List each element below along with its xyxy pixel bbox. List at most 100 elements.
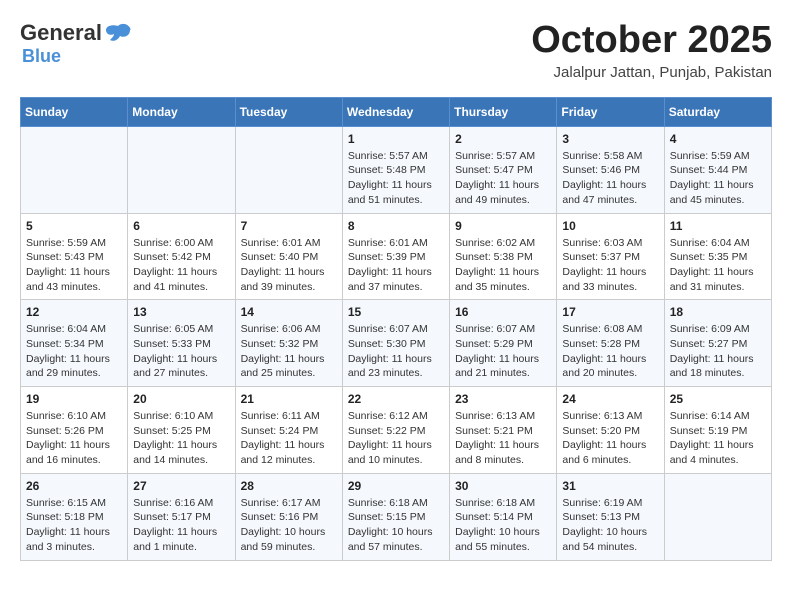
title-section: October 2025 Jalalpur Jattan, Punjab, Pa… xyxy=(531,20,772,81)
day-number: 4 xyxy=(670,132,766,146)
day-number: 13 xyxy=(133,305,229,319)
calendar-cell: 9 Sunrise: 6:02 AMSunset: 5:38 PMDaylight… xyxy=(450,213,557,300)
day-info: Sunrise: 6:02 AMSunset: 5:38 PMDaylight:… xyxy=(455,236,551,295)
day-number: 30 xyxy=(455,479,551,493)
day-info: Sunrise: 6:07 AMSunset: 5:29 PMDaylight:… xyxy=(455,322,551,381)
day-info: Sunrise: 6:07 AMSunset: 5:30 PMDaylight:… xyxy=(348,322,444,381)
day-info: Sunrise: 5:58 AMSunset: 5:46 PMDaylight:… xyxy=(562,149,658,208)
calendar-cell xyxy=(128,126,235,213)
day-info: Sunrise: 6:12 AMSunset: 5:22 PMDaylight:… xyxy=(348,409,444,468)
page-header: General Blue October 2025 Jalalpur Jatta… xyxy=(20,20,772,81)
day-info: Sunrise: 6:13 AMSunset: 5:20 PMDaylight:… xyxy=(562,409,658,468)
day-info: Sunrise: 6:04 AMSunset: 5:35 PMDaylight:… xyxy=(670,236,766,295)
day-info: Sunrise: 6:10 AMSunset: 5:25 PMDaylight:… xyxy=(133,409,229,468)
day-number: 16 xyxy=(455,305,551,319)
calendar-cell: 17 Sunrise: 6:08 AMSunset: 5:28 PMDayligh… xyxy=(557,300,664,387)
day-number: 15 xyxy=(348,305,444,319)
calendar-cell: 27Sunrise: 6:16 AMSunset: 5:17 PMDayligh… xyxy=(128,473,235,560)
day-number: 8 xyxy=(348,219,444,233)
day-number: 26 xyxy=(26,479,122,493)
day-number: 22 xyxy=(348,392,444,406)
weekday-header: Wednesday xyxy=(342,97,449,126)
calendar-cell: 14 Sunrise: 6:06 AMSunset: 5:32 PMDayligh… xyxy=(235,300,342,387)
day-info: Sunrise: 6:06 AMSunset: 5:32 PMDaylight:… xyxy=(241,322,337,381)
logo-blue-text: Blue xyxy=(22,46,61,67)
calendar-cell: 21 Sunrise: 6:11 AMSunset: 5:24 PMDayligh… xyxy=(235,387,342,474)
calendar-cell xyxy=(235,126,342,213)
day-number: 18 xyxy=(670,305,766,319)
day-info: Sunrise: 6:14 AMSunset: 5:19 PMDaylight:… xyxy=(670,409,766,468)
month-title: October 2025 xyxy=(531,20,772,62)
calendar-cell: 28 Sunrise: 6:17 AMSunset: 5:16 PMDayligh… xyxy=(235,473,342,560)
calendar-cell: 10 Sunrise: 6:03 AMSunset: 5:37 PMDayligh… xyxy=(557,213,664,300)
day-info: Sunrise: 6:15 AMSunset: 5:18 PMDaylight:… xyxy=(26,496,122,555)
calendar-cell: 15 Sunrise: 6:07 AMSunset: 5:30 PMDayligh… xyxy=(342,300,449,387)
day-number: 9 xyxy=(455,219,551,233)
day-number: 29 xyxy=(348,479,444,493)
calendar-cell: 11 Sunrise: 6:04 AMSunset: 5:35 PMDayligh… xyxy=(664,213,771,300)
day-number: 17 xyxy=(562,305,658,319)
day-number: 25 xyxy=(670,392,766,406)
calendar-cell: 25 Sunrise: 6:14 AMSunset: 5:19 PMDayligh… xyxy=(664,387,771,474)
logo-bird-icon xyxy=(104,22,132,44)
calendar-table: SundayMondayTuesdayWednesdayThursdayFrid… xyxy=(20,97,772,561)
calendar-cell: 23 Sunrise: 6:13 AMSunset: 5:21 PMDayligh… xyxy=(450,387,557,474)
weekday-header: Tuesday xyxy=(235,97,342,126)
day-number: 7 xyxy=(241,219,337,233)
calendar-cell: 31Sunrise: 6:19 AMSunset: 5:13 PMDayligh… xyxy=(557,473,664,560)
day-number: 27 xyxy=(133,479,229,493)
weekday-header: Friday xyxy=(557,97,664,126)
day-info: Sunrise: 6:03 AMSunset: 5:37 PMDaylight:… xyxy=(562,236,658,295)
day-number: 23 xyxy=(455,392,551,406)
day-info: Sunrise: 6:17 AMSunset: 5:16 PMDaylight:… xyxy=(241,496,337,555)
day-info: Sunrise: 6:13 AMSunset: 5:21 PMDaylight:… xyxy=(455,409,551,468)
location-subtitle: Jalalpur Jattan, Punjab, Pakistan xyxy=(531,64,772,81)
calendar-cell: 13Sunrise: 6:05 AMSunset: 5:33 PMDayligh… xyxy=(128,300,235,387)
calendar-week-row: 12Sunrise: 6:04 AMSunset: 5:34 PMDayligh… xyxy=(21,300,772,387)
day-number: 2 xyxy=(455,132,551,146)
day-info: Sunrise: 6:00 AMSunset: 5:42 PMDaylight:… xyxy=(133,236,229,295)
weekday-header: Monday xyxy=(128,97,235,126)
day-number: 19 xyxy=(26,392,122,406)
day-info: Sunrise: 6:01 AMSunset: 5:40 PMDaylight:… xyxy=(241,236,337,295)
day-number: 28 xyxy=(241,479,337,493)
day-info: Sunrise: 6:11 AMSunset: 5:24 PMDaylight:… xyxy=(241,409,337,468)
day-info: Sunrise: 5:57 AMSunset: 5:48 PMDaylight:… xyxy=(348,149,444,208)
calendar-cell: 20 Sunrise: 6:10 AMSunset: 5:25 PMDayligh… xyxy=(128,387,235,474)
day-number: 24 xyxy=(562,392,658,406)
day-info: Sunrise: 6:18 AMSunset: 5:14 PMDaylight:… xyxy=(455,496,551,555)
calendar-cell: 30 Sunrise: 6:18 AMSunset: 5:14 PMDayligh… xyxy=(450,473,557,560)
day-info: Sunrise: 5:57 AMSunset: 5:47 PMDaylight:… xyxy=(455,149,551,208)
day-number: 14 xyxy=(241,305,337,319)
day-info: Sunrise: 6:04 AMSunset: 5:34 PMDaylight:… xyxy=(26,322,122,381)
logo-general: General xyxy=(20,20,102,46)
day-number: 21 xyxy=(241,392,337,406)
day-number: 10 xyxy=(562,219,658,233)
calendar-week-row: 19 Sunrise: 6:10 AMSunset: 5:26 PMDayligh… xyxy=(21,387,772,474)
day-info: Sunrise: 6:10 AMSunset: 5:26 PMDaylight:… xyxy=(26,409,122,468)
calendar-cell xyxy=(664,473,771,560)
day-info: Sunrise: 6:08 AMSunset: 5:28 PMDaylight:… xyxy=(562,322,658,381)
day-number: 3 xyxy=(562,132,658,146)
day-number: 5 xyxy=(26,219,122,233)
day-info: Sunrise: 5:59 AMSunset: 5:44 PMDaylight:… xyxy=(670,149,766,208)
calendar-cell: 26 Sunrise: 6:15 AMSunset: 5:18 PMDayligh… xyxy=(21,473,128,560)
weekday-header: Thursday xyxy=(450,97,557,126)
weekday-header: Saturday xyxy=(664,97,771,126)
calendar-cell: 3 Sunrise: 5:58 AMSunset: 5:46 PMDaylight… xyxy=(557,126,664,213)
day-info: Sunrise: 5:59 AMSunset: 5:43 PMDaylight:… xyxy=(26,236,122,295)
day-number: 11 xyxy=(670,219,766,233)
weekday-header: Sunday xyxy=(21,97,128,126)
calendar-cell: 29Sunrise: 6:18 AMSunset: 5:15 PMDayligh… xyxy=(342,473,449,560)
day-number: 20 xyxy=(133,392,229,406)
calendar-cell: 6Sunrise: 6:00 AMSunset: 5:42 PMDaylight… xyxy=(128,213,235,300)
calendar-cell: 22 Sunrise: 6:12 AMSunset: 5:22 PMDayligh… xyxy=(342,387,449,474)
calendar-week-row: 5 Sunrise: 5:59 AMSunset: 5:43 PMDaylight… xyxy=(21,213,772,300)
calendar-cell: 4 Sunrise: 5:59 AMSunset: 5:44 PMDaylight… xyxy=(664,126,771,213)
day-info: Sunrise: 6:19 AMSunset: 5:13 PMDaylight:… xyxy=(562,496,658,555)
calendar-cell: 16 Sunrise: 6:07 AMSunset: 5:29 PMDayligh… xyxy=(450,300,557,387)
calendar-header: SundayMondayTuesdayWednesdayThursdayFrid… xyxy=(21,97,772,126)
calendar-week-row: 26 Sunrise: 6:15 AMSunset: 5:18 PMDayligh… xyxy=(21,473,772,560)
calendar-cell: 19 Sunrise: 6:10 AMSunset: 5:26 PMDayligh… xyxy=(21,387,128,474)
day-info: Sunrise: 6:01 AMSunset: 5:39 PMDaylight:… xyxy=(348,236,444,295)
